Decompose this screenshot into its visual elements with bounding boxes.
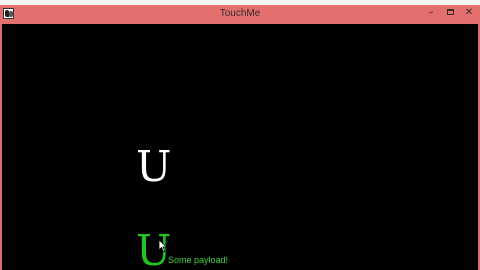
touch-canvas[interactable]: U U Some payload! [2, 24, 478, 270]
payload-label: Some payload! [168, 255, 229, 265]
maximize-button[interactable] [441, 6, 459, 22]
title-bar[interactable]: TouchMe – ✕ [0, 5, 480, 24]
close-button[interactable]: ✕ [460, 6, 478, 22]
mouse-pointer-icon [158, 239, 168, 253]
glyph-white: U [136, 142, 172, 191]
window-title: TouchMe [219, 8, 261, 19]
minimize-icon: – [428, 7, 434, 18]
app-window: TouchMe – ✕ U U Some payload! [0, 5, 480, 270]
close-icon: ✕ [464, 7, 474, 18]
minimize-button[interactable]: – [422, 6, 440, 22]
maximize-icon [446, 9, 454, 15]
